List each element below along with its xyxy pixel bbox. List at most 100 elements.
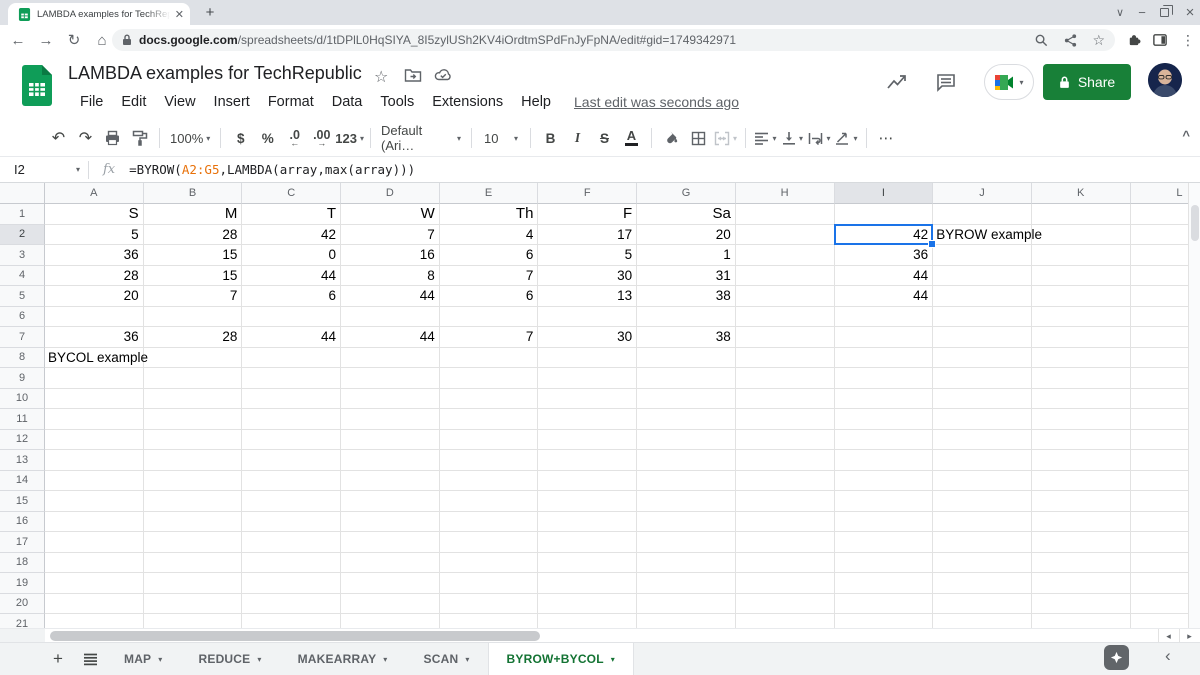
menu-extensions[interactable]: Extensions (423, 91, 512, 113)
cell-B7[interactable]: 28 (144, 327, 243, 348)
cell-C13[interactable] (242, 450, 341, 471)
fill-color-icon[interactable] (658, 125, 685, 151)
cell-H11[interactable] (736, 409, 835, 430)
cell-E13[interactable] (440, 450, 539, 471)
cell-A19[interactable] (45, 573, 144, 594)
cell-H19[interactable] (736, 573, 835, 594)
cell-F14[interactable] (538, 471, 637, 492)
cell-C20[interactable] (242, 594, 341, 615)
cell-K6[interactable] (1032, 307, 1131, 328)
cell-D20[interactable] (341, 594, 440, 615)
cell-F16[interactable] (538, 512, 637, 533)
cell-I2[interactable]: 42 (835, 225, 934, 246)
cell-B14[interactable] (144, 471, 243, 492)
sheet-tab-scan[interactable]: SCAN▾ (406, 643, 488, 675)
cell-I18[interactable] (835, 553, 934, 574)
cell-B13[interactable] (144, 450, 243, 471)
cell-F1[interactable]: F (538, 204, 637, 225)
sheet-tab-byrow-bycol[interactable]: BYROW+BYCOL▾ (488, 643, 634, 675)
cell-I21[interactable] (835, 614, 934, 628)
last-edit-link[interactable]: Last edit was seconds ago (574, 91, 739, 113)
cell-C3[interactable]: 0 (242, 245, 341, 266)
browser-menu-icon[interactable]: ⋮ (1176, 28, 1200, 52)
column-header-C[interactable]: C (242, 183, 341, 204)
cell-C5[interactable]: 6 (242, 286, 341, 307)
cell-B2[interactable]: 28 (144, 225, 243, 246)
cell-A16[interactable] (45, 512, 144, 533)
cell-I10[interactable] (835, 389, 934, 410)
cell-E6[interactable] (440, 307, 539, 328)
cell-H15[interactable] (736, 491, 835, 512)
cell-C18[interactable] (242, 553, 341, 574)
cell-L9[interactable] (1131, 368, 1188, 389)
cell-K5[interactable] (1032, 286, 1131, 307)
cell-H13[interactable] (736, 450, 835, 471)
cell-H2[interactable] (736, 225, 835, 246)
font-size-select[interactable]: 10▾ (478, 125, 524, 151)
window-restore-icon[interactable] (1152, 0, 1176, 25)
cell-H14[interactable] (736, 471, 835, 492)
cell-I6[interactable] (835, 307, 934, 328)
cell-L4[interactable] (1131, 266, 1188, 287)
cell-C11[interactable] (242, 409, 341, 430)
cell-C17[interactable] (242, 532, 341, 553)
row-header-16[interactable]: 16 (0, 512, 45, 533)
cell-G18[interactable] (637, 553, 736, 574)
undo-icon[interactable]: ↶ (45, 125, 72, 151)
cell-A9[interactable] (45, 368, 144, 389)
cell-F18[interactable] (538, 553, 637, 574)
cell-F21[interactable] (538, 614, 637, 628)
row-header-19[interactable]: 19 (0, 573, 45, 594)
cell-I1[interactable] (835, 204, 934, 225)
cell-F4[interactable]: 30 (538, 266, 637, 287)
cell-B18[interactable] (144, 553, 243, 574)
extensions-puzzle-icon[interactable] (1122, 28, 1146, 52)
menu-insert[interactable]: Insert (205, 91, 259, 113)
cell-K13[interactable] (1032, 450, 1131, 471)
cell-C1[interactable]: T (242, 204, 341, 225)
cell-J3[interactable] (933, 245, 1032, 266)
cell-I8[interactable] (835, 348, 934, 369)
cell-E19[interactable] (440, 573, 539, 594)
menu-file[interactable]: File (71, 91, 112, 113)
cell-A1[interactable]: S (45, 204, 144, 225)
cell-C7[interactable]: 44 (242, 327, 341, 348)
cell-J7[interactable] (933, 327, 1032, 348)
cell-E14[interactable] (440, 471, 539, 492)
cell-B21[interactable] (144, 614, 243, 628)
cell-L3[interactable] (1131, 245, 1188, 266)
cell-G9[interactable] (637, 368, 736, 389)
row-header-21[interactable]: 21 (0, 614, 45, 628)
name-box[interactable]: I2 ▾ (0, 162, 86, 177)
cell-H8[interactable] (736, 348, 835, 369)
column-header-H[interactable]: H (736, 183, 835, 204)
vertical-scroll-thumb[interactable] (1191, 205, 1199, 241)
row-header-3[interactable]: 3 (0, 245, 45, 266)
cell-D1[interactable]: W (341, 204, 440, 225)
browser-tab[interactable]: LAMBDA examples for TechRep ✕ (8, 3, 190, 25)
cell-K15[interactable] (1032, 491, 1131, 512)
cell-I11[interactable] (835, 409, 934, 430)
forward-icon[interactable]: → (32, 32, 60, 49)
cell-A13[interactable] (45, 450, 144, 471)
row-header-4[interactable]: 4 (0, 266, 45, 287)
paint-format-icon[interactable] (126, 125, 153, 151)
cell-J8[interactable] (933, 348, 1032, 369)
all-sheets-icon[interactable] (74, 643, 106, 675)
cell-L15[interactable] (1131, 491, 1188, 512)
cell-K19[interactable] (1032, 573, 1131, 594)
cell-J15[interactable] (933, 491, 1032, 512)
cell-D11[interactable] (341, 409, 440, 430)
cell-A20[interactable] (45, 594, 144, 615)
cell-B4[interactable]: 15 (144, 266, 243, 287)
cell-H17[interactable] (736, 532, 835, 553)
cell-A4[interactable]: 28 (45, 266, 144, 287)
cell-A8[interactable]: BYCOL example (45, 348, 144, 369)
row-header-14[interactable]: 14 (0, 471, 45, 492)
meet-button[interactable]: ▾ (984, 64, 1034, 100)
cell-D6[interactable] (341, 307, 440, 328)
menu-help[interactable]: Help (512, 91, 560, 113)
cell-H3[interactable] (736, 245, 835, 266)
share-page-icon[interactable] (1063, 33, 1078, 48)
cell-G10[interactable] (637, 389, 736, 410)
